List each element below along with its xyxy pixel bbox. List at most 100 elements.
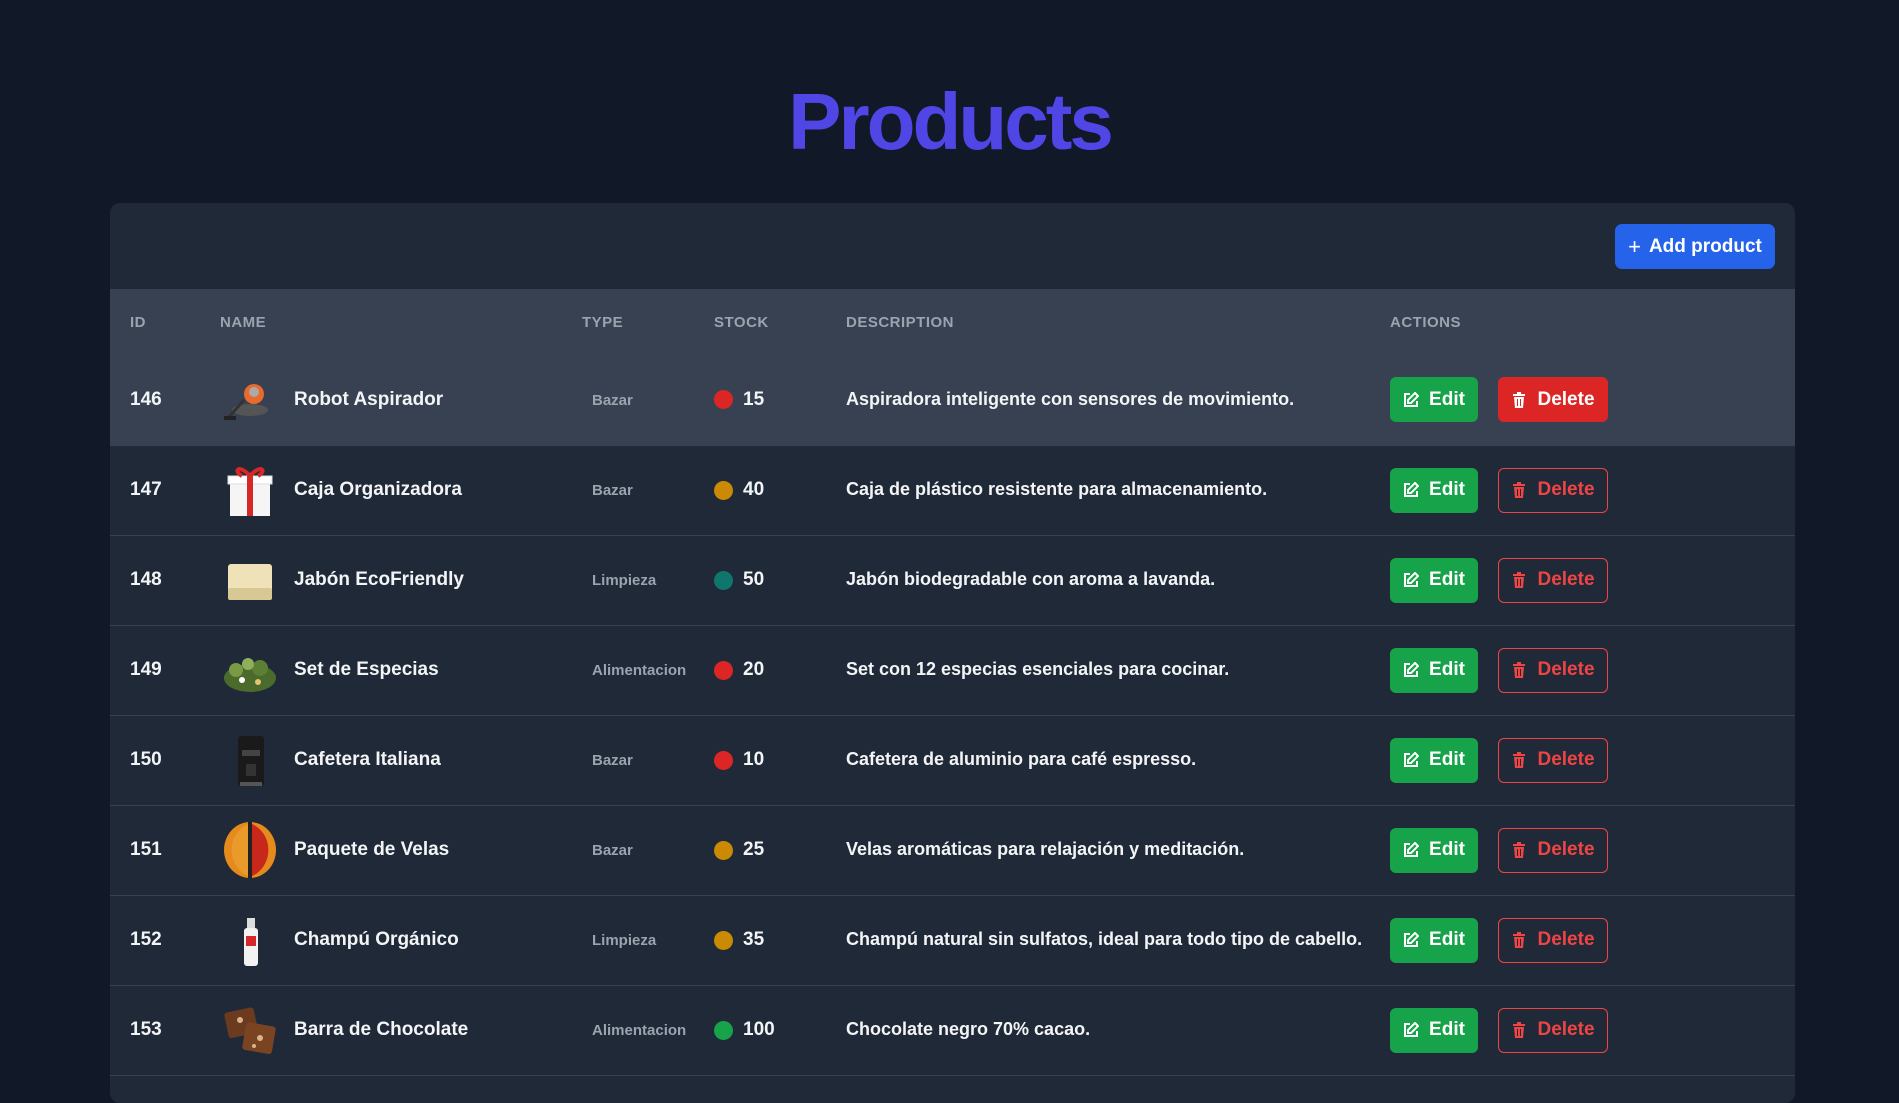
table-row[interactable]: 146 Robot Aspirador Bazar 15 Aspiradora … [110,355,1795,445]
delete-button[interactable]: Delete [1498,1007,1608,1053]
products-table: ID NAME TYPE STOCK DESCRIPTION ACTIONS 1… [110,289,1795,1076]
header-description[interactable]: DESCRIPTION [846,289,1390,355]
product-stock: 40 [743,479,765,500]
product-name: Barra de Chocolate [294,1019,469,1040]
edit-label: Edit [1429,388,1465,410]
stock-status-dot [714,750,733,770]
product-stock: 50 [743,569,765,590]
delete-label: Delete [1537,1019,1595,1040]
delete-label: Delete [1537,388,1595,410]
product-thumbnail [220,640,280,700]
product-type: Alimentacion [592,1022,687,1039]
page-title: Products [788,77,1114,166]
delete-label: Delete [1537,929,1595,950]
edit-icon [1404,391,1420,407]
table-row[interactable]: 152 Champú Orgánico Limpieza 35 Champú n… [110,895,1795,985]
edit-label: Edit [1429,479,1465,500]
delete-button[interactable]: Delete [1498,467,1608,513]
product-description: Jabón biodegradable con aroma a lavanda. [846,569,1216,589]
header-type[interactable]: TYPE [582,289,714,355]
product-description: Set con 12 especias esenciales para coci… [846,659,1230,679]
trash-icon [1513,482,1526,498]
delete-button[interactable]: Delete [1498,737,1608,783]
product-description: Chocolate negro 70% cacao. [846,1019,1091,1039]
edit-button[interactable]: Edit [1390,917,1478,963]
product-name: Robot Aspirador [294,388,444,410]
header-name[interactable]: NAME [220,289,582,355]
edit-button[interactable]: Edit [1390,1007,1478,1053]
product-type: Limpieza [592,572,657,589]
product-type: Bazar [592,391,633,409]
edit-label: Edit [1429,659,1465,680]
product-thumbnail [220,1000,280,1060]
product-type: Limpieza [592,932,657,949]
edit-button[interactable]: Edit [1390,647,1478,693]
delete-button[interactable]: Delete [1498,827,1608,873]
add-product-label: Add product [1648,235,1762,257]
products-card: + Add product ID NAME TYPE STOCK DESCRIP… [110,203,1795,1103]
product-name: Set de Especias [294,659,439,680]
header-id[interactable]: ID [110,289,220,355]
product-name: Champú Orgánico [294,929,459,950]
delete-label: Delete [1537,839,1595,860]
product-stock: 35 [743,929,765,950]
edit-button[interactable]: Edit [1390,557,1478,603]
delete-button[interactable]: Delete [1498,917,1608,963]
table-row[interactable]: 153 Barra de Chocolate Alimentacion 100 … [110,985,1795,1075]
edit-button[interactable]: Edit [1390,467,1478,513]
edit-label: Edit [1429,929,1465,950]
product-type: Bazar [592,842,633,859]
header-stock[interactable]: STOCK [714,289,846,355]
product-thumbnail [220,370,280,430]
row-id: 149 [130,659,162,680]
stock-status-dot [714,660,733,680]
stock-status-dot [714,480,733,500]
table-header-row: ID NAME TYPE STOCK DESCRIPTION ACTIONS [110,289,1795,355]
product-name: Caja Organizadora [294,479,462,500]
add-product-button[interactable]: + Add product [1615,224,1775,269]
row-id: 147 [130,479,162,500]
edit-icon [1404,572,1420,587]
product-thumbnail [220,460,280,520]
product-type: Alimentacion [592,662,687,679]
product-type: Bazar [592,482,633,499]
row-id: 151 [130,839,162,860]
delete-label: Delete [1537,749,1595,770]
table-row[interactable]: 150 Cafetera Italiana Bazar 10 Cafetera … [110,715,1795,805]
edit-button[interactable]: Edit [1390,737,1478,783]
table-row[interactable]: 149 Set de Especias Alimentacion 20 Set … [110,625,1795,715]
edit-label: Edit [1429,749,1465,770]
delete-button[interactable]: Delete [1498,647,1608,693]
stock-status-dot [714,570,733,590]
delete-button[interactable]: Delete [1498,557,1608,603]
delete-label: Delete [1537,569,1595,590]
trash-icon [1513,932,1526,948]
product-stock: 15 [743,388,765,410]
product-description: Velas aromáticas para relajación y medit… [846,839,1245,859]
table-row[interactable]: 147 Caja Organizadora Bazar 40 Caja de p… [110,445,1795,535]
table-row[interactable]: 148 Jabón EcoFriendly Limpieza 50 Jabón … [110,535,1795,625]
row-id: 153 [130,1019,162,1040]
table-row[interactable]: 151 Paquete de Velas Bazar 25 Velas arom… [110,805,1795,895]
row-id: 152 [130,929,162,950]
stock-status-dot [714,1020,733,1040]
edit-icon [1404,1022,1420,1037]
trash-icon [1513,391,1526,408]
row-id: 146 [130,388,162,410]
trash-icon [1513,1022,1526,1038]
product-name: Cafetera Italiana [294,749,441,770]
product-stock: 20 [743,659,765,680]
edit-label: Edit [1429,569,1465,590]
table-toolbar: + Add product [110,203,1795,289]
stock-status-dot [714,840,733,860]
edit-button[interactable]: Edit [1390,827,1478,873]
product-name: Jabón EcoFriendly [294,569,464,590]
edit-button[interactable]: Edit [1390,377,1478,423]
delete-button[interactable]: Delete [1498,377,1608,423]
edit-icon [1404,482,1420,497]
product-description: Cafetera de aluminio para café espresso. [846,749,1197,769]
trash-icon [1513,572,1526,588]
trash-icon [1513,752,1526,768]
product-stock: 25 [743,839,765,860]
product-name: Paquete de Velas [294,839,450,860]
